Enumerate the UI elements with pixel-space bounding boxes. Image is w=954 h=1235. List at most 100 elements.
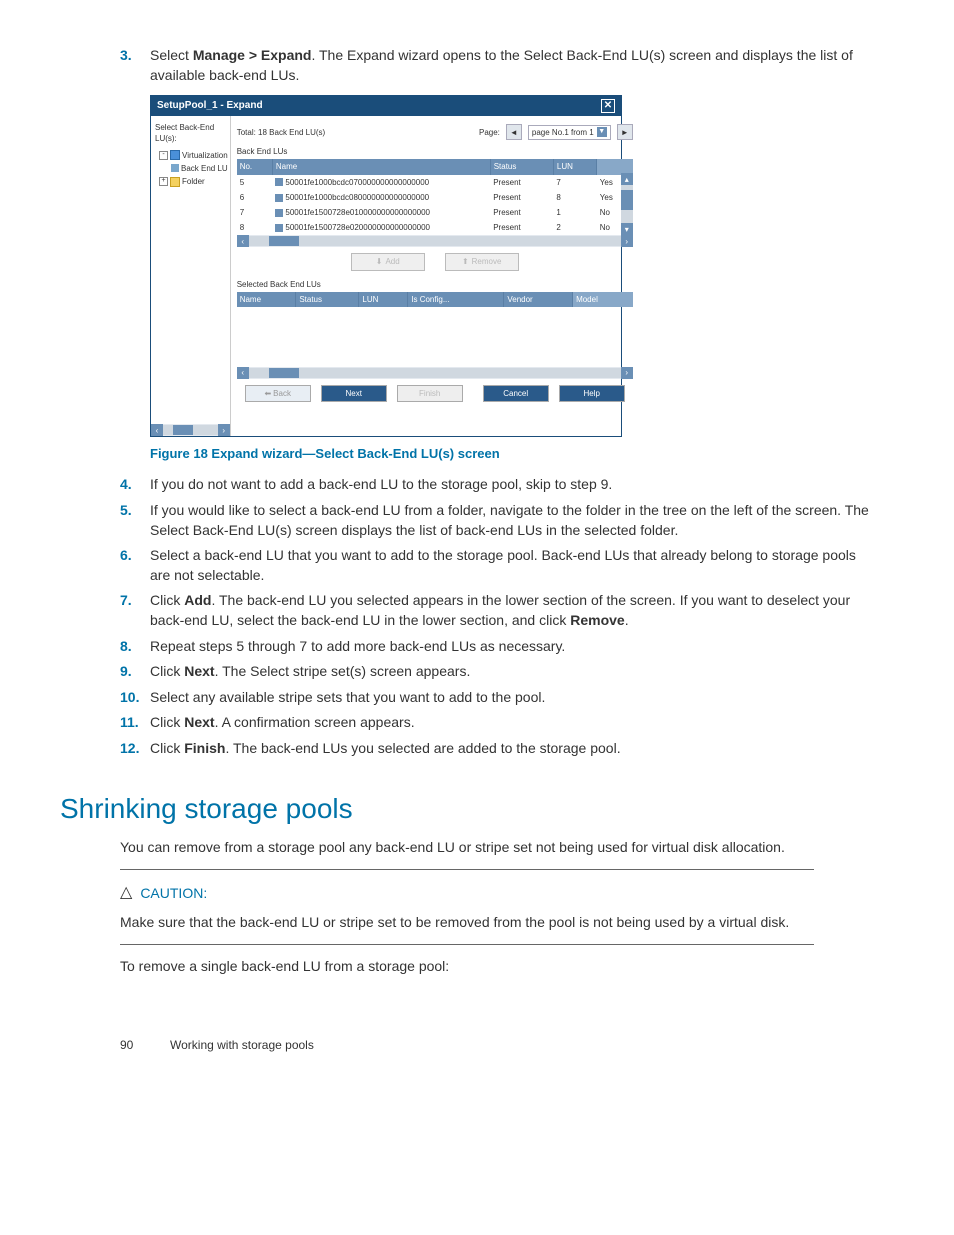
text: . A confirmation screen appears. [215, 714, 415, 730]
page-select[interactable]: page No.1 from 1 ▼ [528, 125, 611, 140]
btn-label: Help [583, 388, 599, 399]
step-text: Click Next. The Select stripe set(s) scr… [150, 662, 874, 682]
cancel-button[interactable]: Cancel [483, 385, 549, 402]
remove-button[interactable]: ⬆Remove [445, 253, 519, 270]
bold: Add [184, 592, 211, 608]
step-number: 12. [120, 739, 150, 759]
cell-lun: 7 [553, 175, 596, 190]
backend-lu-icon [171, 164, 179, 172]
col-lun[interactable]: LUN [359, 292, 408, 307]
scroll-thumb[interactable] [173, 425, 193, 435]
cell-name: 50001fe1500728e010000000000000000 [272, 205, 490, 220]
text: Select [150, 47, 193, 63]
cell-lun: 1 [553, 205, 596, 220]
scroll-thumb[interactable] [269, 368, 299, 378]
scroll-thumb[interactable] [269, 236, 299, 246]
table-h-scrollbar[interactable]: ‹ › [237, 235, 633, 247]
text: . The back-end LU you selected appears i… [150, 592, 850, 628]
collapse-icon[interactable]: - [159, 151, 168, 160]
scroll-left-icon[interactable]: ‹ [237, 235, 249, 247]
next-button[interactable]: Next [321, 385, 387, 402]
scroll-right-icon[interactable]: › [218, 424, 230, 436]
page-label: Page: [479, 127, 500, 138]
col-model[interactable]: Model [573, 292, 633, 307]
lu-icon [275, 224, 283, 232]
close-icon[interactable]: ✕ [601, 99, 615, 113]
tree-virtualization[interactable]: - Virtualization [153, 149, 228, 162]
step-4: 4.If you do not want to add a back-end L… [120, 475, 874, 495]
wizard-footer: ⬅Back Next Finish Cancel Help [237, 379, 633, 408]
scroll-left-icon[interactable]: ‹ [237, 367, 249, 379]
cell-no: 7 [237, 205, 273, 220]
text: . [625, 612, 629, 628]
col-vendor[interactable]: Vendor [504, 292, 573, 307]
col-status[interactable]: Status [296, 292, 359, 307]
scroll-down-icon[interactable]: ▾ [621, 223, 633, 235]
divider [120, 944, 814, 945]
btn-label: Add [385, 256, 399, 267]
cell-status: Present [490, 175, 553, 190]
scroll-up-icon[interactable]: ▴ [621, 173, 633, 185]
back-button[interactable]: ⬅Back [245, 385, 311, 402]
btn-label: Back [273, 388, 291, 399]
cell-status: Present [490, 205, 553, 220]
tree-label: Virtualization [182, 150, 228, 161]
help-button[interactable]: Help [559, 385, 625, 402]
table-header-row: Total: 18 Back End LU(s) Page: ◄ page No… [237, 120, 633, 144]
expand-wizard: SetupPool_1 - Expand ✕ Select Back-End L… [150, 95, 622, 437]
lu-icon [275, 194, 283, 202]
paragraph: You can remove from a storage pool any b… [120, 838, 814, 858]
page-footer: 90 Working with storage pools [120, 1037, 874, 1054]
page-next-icon[interactable]: ► [617, 124, 633, 140]
bold: Finish [184, 740, 225, 756]
step-number: 4. [120, 475, 150, 495]
cell-no: 5 [237, 175, 273, 190]
scroll-track[interactable] [163, 425, 218, 435]
col-no[interactable]: No. [237, 159, 273, 174]
tree-h-scrollbar[interactable]: ‹ › [151, 424, 230, 436]
chevron-down-icon[interactable]: ▼ [597, 127, 607, 137]
col-name[interactable]: Name [272, 159, 490, 174]
step-number: 8. [120, 637, 150, 657]
finish-button[interactable]: Finish [397, 385, 463, 402]
tree-folder[interactable]: + Folder [153, 175, 228, 188]
folder-icon [170, 177, 180, 187]
cell-name: 50001fe1500728e020000000000000000 [272, 220, 490, 235]
selected-h-scrollbar[interactable]: ‹ › [237, 367, 633, 379]
lu-icon [275, 178, 283, 186]
scroll-right-icon[interactable]: › [621, 367, 633, 379]
step-number: 9. [120, 662, 150, 682]
table-row[interactable]: 650001fe1000bcdc080000000000000000Presen… [237, 190, 633, 205]
tree-backend-lu[interactable]: Back End LU [153, 162, 228, 175]
table-v-scrollbar[interactable]: ▴ ▾ [621, 173, 633, 235]
bold: Next [184, 663, 214, 679]
step-number: 6. [120, 546, 150, 585]
scroll-track[interactable] [621, 185, 633, 223]
step-text: Repeat steps 5 through 7 to add more bac… [150, 637, 874, 657]
col-status[interactable]: Status [490, 159, 553, 174]
scroll-track[interactable] [249, 368, 621, 378]
scroll-right-icon[interactable]: › [621, 235, 633, 247]
col-name[interactable]: Name [237, 292, 296, 307]
col-extra[interactable] [597, 159, 633, 174]
text: Click [150, 740, 184, 756]
col-lun[interactable]: LUN [553, 159, 596, 174]
cell-status: Present [490, 190, 553, 205]
figure-wrap: SetupPool_1 - Expand ✕ Select Back-End L… [150, 95, 874, 463]
col-config[interactable]: Is Config... [408, 292, 504, 307]
caution-header: △ CAUTION: [120, 882, 814, 904]
page-prev-icon[interactable]: ◄ [506, 124, 522, 140]
table-row[interactable]: 550001fe1000bcdc070000000000000000Presen… [237, 175, 633, 190]
tree-label: Back End LU [181, 163, 228, 174]
table-row[interactable]: 750001fe1500728e010000000000000000Presen… [237, 205, 633, 220]
expand-icon[interactable]: + [159, 177, 168, 186]
scroll-left-icon[interactable]: ‹ [151, 424, 163, 436]
caution-icon: △ [120, 882, 132, 904]
scroll-thumb[interactable] [621, 190, 633, 210]
table-row[interactable]: 850001fe1500728e020000000000000000Presen… [237, 220, 633, 235]
scroll-track[interactable] [249, 236, 621, 246]
total-count: Total: 18 Back End LU(s) [237, 127, 325, 138]
cell-no: 6 [237, 190, 273, 205]
step-text: Select any available stripe sets that yo… [150, 688, 874, 708]
add-button[interactable]: ⬇Add [351, 253, 425, 270]
